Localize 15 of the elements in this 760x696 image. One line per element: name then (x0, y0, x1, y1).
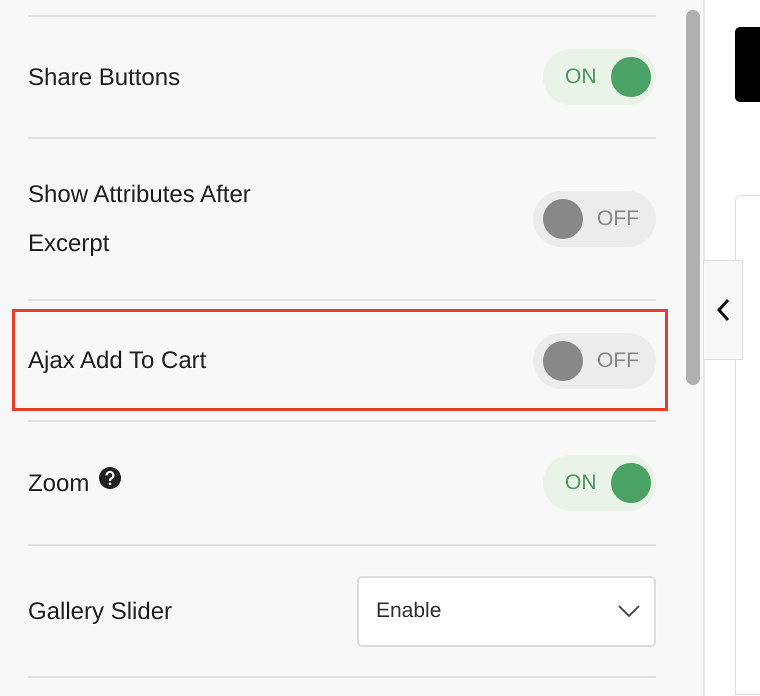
setting-label: Show Attributes After Excerpt (28, 180, 252, 259)
toggle-switch[interactable]: OFF (533, 191, 656, 247)
toggle-switch[interactable]: ON (543, 49, 656, 105)
setting-label: Ajax Add To Cart (28, 346, 206, 376)
collapse-tab[interactable] (703, 260, 743, 360)
setting-label: Zoom (28, 468, 90, 498)
help-icon[interactable] (99, 466, 122, 488)
chevron-down-icon (618, 605, 640, 617)
dropdown-select[interactable]: Enable (357, 576, 656, 646)
toggle-switch[interactable]: ON (543, 455, 656, 511)
toggle-switch[interactable]: OFF (533, 332, 656, 388)
chevron-left-icon (716, 298, 730, 322)
scrollbar-thumb[interactable] (686, 10, 700, 385)
setting-label: Share Buttons (28, 62, 180, 92)
setting-label: Gallery Slider (28, 596, 172, 626)
